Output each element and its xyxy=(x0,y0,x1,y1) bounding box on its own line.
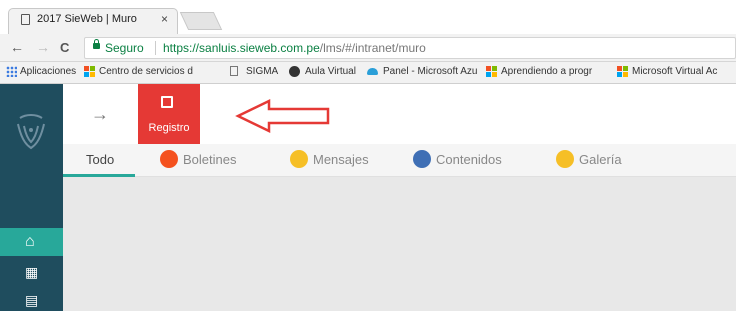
arrow-right-icon[interactable]: → xyxy=(91,104,109,125)
calendar-icon[interactable]: ▦ xyxy=(25,264,38,281)
bookmarks-bar: Aplicaciones Centro de servicios d SIGMA… xyxy=(0,62,736,84)
lock-icon xyxy=(93,39,100,49)
apps-grid-icon xyxy=(6,66,17,77)
filter-tabs: Todo Boletines Mensajes Contenidos Galer… xyxy=(63,144,736,177)
contenidos-icon xyxy=(413,150,431,168)
moodle-icon xyxy=(289,66,300,77)
tab-galeria[interactable]: Galería xyxy=(579,152,622,167)
wall-content-area xyxy=(63,177,736,311)
sidebar-item-home[interactable]: ⌂ xyxy=(0,228,63,256)
boletines-icon xyxy=(160,150,178,168)
forward-icon[interactable]: → xyxy=(36,39,50,55)
tab-boletines[interactable]: Boletines xyxy=(183,152,236,167)
url-input[interactable]: Seguro https://sanluis.sieweb.com.pe/lms… xyxy=(84,37,736,59)
bookmark-aplicaciones[interactable]: Aplicaciones xyxy=(20,66,76,77)
mensajes-icon xyxy=(290,150,308,168)
microsoft-icon xyxy=(486,66,497,77)
browser-tab[interactable]: 2017 SieWeb | Muro × xyxy=(8,8,178,34)
close-icon[interactable]: × xyxy=(161,12,168,26)
bookmark-microsoft-virtual[interactable]: Microsoft Virtual Ac xyxy=(632,66,717,77)
app-sidebar: ⌂ ▦ ▤ xyxy=(0,84,63,311)
document-icon[interactable]: ▤ xyxy=(25,292,38,309)
school-crest-logo xyxy=(17,114,45,150)
address-toolbar: ← → C Seguro https://sanluis.sieweb.com.… xyxy=(0,34,736,62)
microsoft-icon xyxy=(84,66,95,77)
tab-contenidos[interactable]: Contenidos xyxy=(436,152,502,167)
page-icon xyxy=(230,66,238,76)
registro-button[interactable]: Registro xyxy=(138,84,200,144)
page-icon xyxy=(21,14,30,25)
tab-mensajes[interactable]: Mensajes xyxy=(313,152,369,167)
red-outline-arrow xyxy=(235,99,330,133)
bookmark-aprendiendo[interactable]: Aprendiendo a progr xyxy=(501,66,601,77)
browser-tab-strip: 2017 SieWeb | Muro × xyxy=(0,0,736,34)
url-path: /lms/#/intranet/muro xyxy=(319,41,426,55)
bookmark-panel-azure[interactable]: Panel - Microsoft Azu xyxy=(383,66,479,77)
bookmark-sigma[interactable]: SIGMA xyxy=(246,66,278,77)
microsoft-icon xyxy=(617,66,628,77)
galeria-icon xyxy=(556,150,574,168)
home-icon: ⌂ xyxy=(25,233,35,250)
tab-title: 2017 SieWeb | Muro xyxy=(37,13,137,25)
bookmark-aula-virtual[interactable]: Aula Virtual xyxy=(305,66,356,77)
app-toolbar: → Registro xyxy=(63,84,736,144)
bookmark-centro-servicios[interactable]: Centro de servicios d xyxy=(99,66,207,77)
address-separator xyxy=(155,41,156,55)
tab-todo[interactable]: Todo xyxy=(86,152,114,167)
secure-label: Seguro xyxy=(105,41,144,55)
reload-icon[interactable]: C xyxy=(60,40,69,55)
url-base: https://sanluis.sieweb.com.pe xyxy=(163,41,320,55)
registro-label: Registro xyxy=(148,122,190,134)
url-text: https://sanluis.sieweb.com.pe/lms/#/intr… xyxy=(163,41,426,55)
back-icon[interactable]: ← xyxy=(10,39,24,55)
new-tab-button[interactable] xyxy=(179,12,223,30)
azure-icon xyxy=(367,68,378,75)
edit-note-icon xyxy=(161,96,173,108)
